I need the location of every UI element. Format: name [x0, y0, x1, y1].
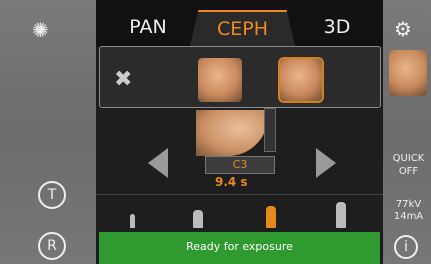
- projection-lateral-option[interactable]: [198, 58, 242, 102]
- patient-size-child-small[interactable]: [130, 214, 135, 228]
- close-icon[interactable]: ✖: [114, 67, 132, 92]
- quick-mode[interactable]: QUICK OFF: [386, 152, 431, 178]
- tab-pan[interactable]: PAN: [113, 10, 183, 44]
- projection-selected-option[interactable]: [278, 57, 324, 103]
- patient-size-adult-selected[interactable]: [266, 206, 276, 228]
- r-button[interactable]: R: [38, 232, 66, 260]
- patient-size-child[interactable]: [193, 210, 203, 228]
- projection-preview[interactable]: [389, 50, 427, 96]
- quick-state: OFF: [398, 166, 419, 177]
- exposure-params: 77kV 14mA: [386, 199, 431, 223]
- patient-size-large-adult[interactable]: [336, 202, 346, 228]
- info-button[interactable]: i: [394, 235, 418, 259]
- ma-value: 14mA: [393, 211, 424, 222]
- kv-value: 77kV: [395, 199, 422, 210]
- position-indicator: [264, 108, 276, 152]
- divider: [96, 194, 383, 195]
- exposure-time: 9.4 s: [215, 175, 248, 189]
- status-bar: Ready for exposure: [99, 232, 380, 264]
- tab-3d[interactable]: 3D: [302, 10, 372, 44]
- gear-icon[interactable]: ⚙: [394, 17, 412, 41]
- tab-ceph[interactable]: CEPH: [190, 10, 295, 46]
- t-button[interactable]: T: [38, 181, 66, 209]
- program-selector[interactable]: C3: [205, 156, 275, 174]
- lightbulb-icon[interactable]: ✺: [32, 18, 49, 42]
- quick-label: QUICK: [392, 153, 425, 164]
